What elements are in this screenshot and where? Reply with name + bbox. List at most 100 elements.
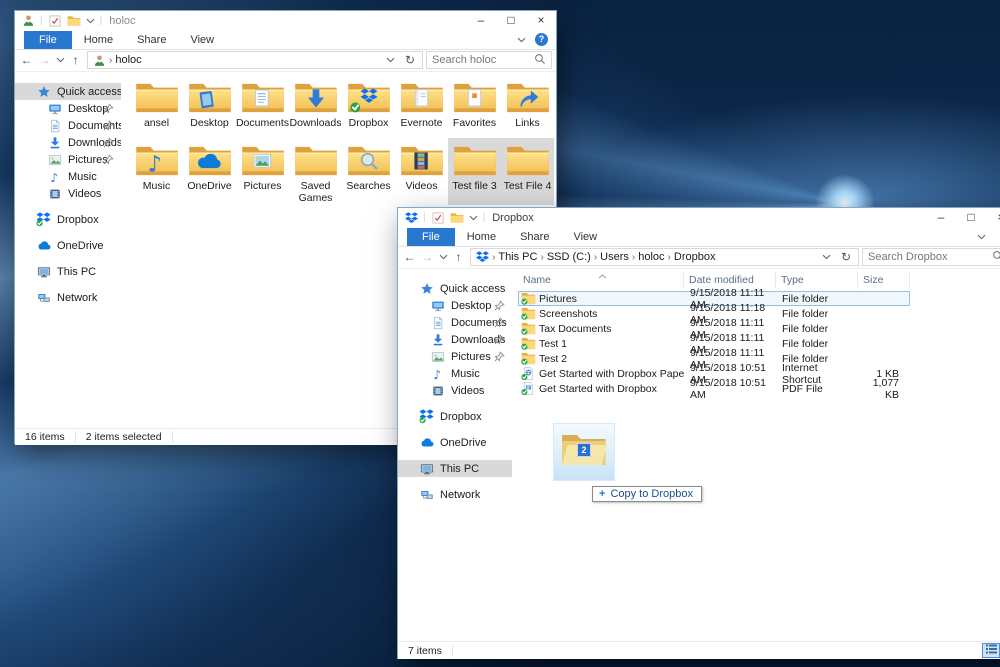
sidebar-item-videos[interactable]: Videos [15, 185, 121, 202]
grid-item-videos[interactable]: Videos [395, 138, 448, 205]
sidebar-item-pictures[interactable]: Pictures [398, 348, 512, 365]
w1-titlebar[interactable]: | | holoc – □ × [15, 11, 556, 30]
properties-icon[interactable] [48, 14, 62, 28]
file-row-get-started-with-dropbox[interactable]: Get Started with Dropbox9/15/2018 10:51 … [518, 381, 910, 396]
breadcrumb-segment-holoc[interactable]: holoc [638, 251, 664, 263]
w2-titlebar[interactable]: | | Dropbox – □ × [398, 208, 1000, 227]
sidebar-item-pictures[interactable]: Pictures [15, 151, 121, 168]
sidebar-item-desktop[interactable]: Desktop [398, 297, 512, 314]
address-dropdown-chevron-icon[interactable] [818, 254, 835, 260]
pin-icon[interactable] [494, 317, 505, 331]
grid-item-downloads[interactable]: Downloads [289, 75, 342, 137]
grid-item-dropbox[interactable]: Dropbox [342, 75, 395, 137]
column-header-size[interactable]: Size [858, 272, 910, 289]
forward-button[interactable]: → [419, 250, 436, 264]
sidebar-item-music[interactable]: ♪Music [15, 168, 121, 185]
new-folder-icon[interactable] [67, 15, 81, 27]
ribbon-tab-share[interactable]: Share [125, 31, 178, 49]
pin-icon[interactable] [103, 137, 114, 151]
breadcrumb-segment-dropbox[interactable]: Dropbox [674, 251, 716, 263]
grid-item-ansel[interactable]: ansel [130, 75, 183, 137]
recent-locations-chevron-icon[interactable] [54, 57, 66, 63]
maximize-button[interactable]: □ [496, 11, 526, 30]
breadcrumb-segment-holoc[interactable]: holoc [115, 54, 141, 66]
minimize-button[interactable]: – [466, 11, 496, 30]
sidebar-item-downloads[interactable]: Downloads [398, 331, 512, 348]
user-avatar-icon[interactable] [22, 14, 35, 27]
search-input[interactable] [868, 251, 992, 263]
ribbon-expand-chevron-icon[interactable] [977, 231, 986, 243]
sidebar-item-quick-access[interactable]: Quick access [15, 83, 121, 100]
sidebar-item-dropbox[interactable]: Dropbox [398, 408, 512, 425]
sidebar-item-quick-access[interactable]: Quick access [398, 280, 512, 297]
sidebar-item-music[interactable]: ♪Music [398, 365, 512, 382]
grid-item-onedrive[interactable]: OneDrive [183, 138, 236, 205]
qat-customize-chevron-icon[interactable] [469, 215, 478, 221]
qat-customize-chevron-icon[interactable] [86, 18, 95, 24]
sidebar-item-network[interactable]: Network [15, 289, 121, 306]
back-button[interactable]: ← [401, 250, 418, 264]
sidebar-item-network[interactable]: Network [398, 486, 512, 503]
address-dropdown-chevron-icon[interactable] [382, 57, 399, 63]
ribbon-tab-home[interactable]: Home [455, 228, 508, 246]
pin-icon[interactable] [103, 103, 114, 117]
sidebar-item-dropbox[interactable]: Dropbox [15, 211, 121, 228]
grid-item-pictures[interactable]: Pictures [236, 138, 289, 205]
grid-item-test-file-3[interactable]: Test file 3 [448, 138, 501, 205]
w1-search-box[interactable] [426, 51, 552, 69]
pin-icon[interactable] [494, 334, 505, 348]
grid-item-documents[interactable]: Documents [236, 75, 289, 137]
close-button[interactable]: × [986, 208, 1000, 227]
ribbon-tab-view[interactable]: View [178, 31, 226, 49]
ribbon-tab-share[interactable]: Share [508, 228, 561, 246]
ribbon-tab-view[interactable]: View [561, 228, 609, 246]
w2-address-bar[interactable]: ›This PC›SSD (C:)›Users›holoc›Dropbox ↻ [470, 248, 859, 266]
dropbox-logo-icon[interactable] [405, 212, 418, 224]
recent-locations-chevron-icon[interactable] [437, 254, 449, 260]
grid-item-evernote[interactable]: Evernote [395, 75, 448, 137]
window-dropbox[interactable]: | | Dropbox – □ × FileHomeShareView ← → [397, 207, 1000, 659]
w1-address-bar[interactable]: ›holoc ↻ [87, 51, 423, 69]
up-button[interactable]: ↑ [450, 250, 467, 264]
sidebar-item-onedrive[interactable]: OneDrive [398, 434, 512, 451]
w2-search-box[interactable] [862, 248, 1000, 266]
pin-icon[interactable] [103, 154, 114, 168]
search-input[interactable] [432, 54, 534, 66]
sidebar-item-documents[interactable]: Documents [398, 314, 512, 331]
sidebar-item-downloads[interactable]: Downloads [15, 134, 121, 151]
refresh-button[interactable]: ↻ [837, 250, 855, 264]
pin-icon[interactable] [494, 351, 505, 365]
pin-icon[interactable] [494, 300, 505, 314]
grid-item-music[interactable]: ♪Music [130, 138, 183, 205]
column-header-date-modified[interactable]: Date modified [684, 272, 776, 289]
sidebar-item-desktop[interactable]: Desktop [15, 100, 121, 117]
column-header-type[interactable]: Type [776, 272, 858, 289]
breadcrumb-segment-this-pc[interactable]: This PC [498, 251, 537, 263]
minimize-button[interactable]: – [926, 208, 956, 227]
back-button[interactable]: ← [18, 53, 35, 67]
details-view-button[interactable] [982, 643, 1000, 658]
grid-item-desktop[interactable]: Desktop [183, 75, 236, 137]
up-button[interactable]: ↑ [67, 53, 84, 67]
breadcrumb-segment-users[interactable]: Users [600, 251, 629, 263]
forward-button[interactable]: → [36, 53, 53, 67]
sidebar-item-onedrive[interactable]: OneDrive [15, 237, 121, 254]
ribbon-tab-file[interactable]: File [407, 228, 455, 246]
pin-icon[interactable] [103, 120, 114, 134]
ribbon-expand-chevron-icon[interactable] [517, 34, 526, 46]
grid-item-searches[interactable]: Searches [342, 138, 395, 205]
refresh-button[interactable]: ↻ [401, 53, 419, 67]
grid-item-saved-games[interactable]: Saved Games [289, 138, 342, 205]
help-button[interactable]: ? [535, 33, 548, 46]
breadcrumb-segment-ssd-c-[interactable]: SSD (C:) [547, 251, 591, 263]
new-folder-icon[interactable] [450, 212, 464, 224]
maximize-button[interactable]: □ [956, 208, 986, 227]
close-button[interactable]: × [526, 11, 556, 30]
grid-item-links[interactable]: Links [501, 75, 554, 137]
grid-item-test-file-4[interactable]: Test File 4 [501, 138, 554, 205]
ribbon-tab-file[interactable]: File [24, 31, 72, 49]
ribbon-tab-home[interactable]: Home [72, 31, 125, 49]
grid-item-favorites[interactable]: Favorites [448, 75, 501, 137]
sidebar-item-this-pc[interactable]: This PC [15, 263, 121, 280]
sidebar-item-this-pc[interactable]: This PC [398, 460, 512, 477]
